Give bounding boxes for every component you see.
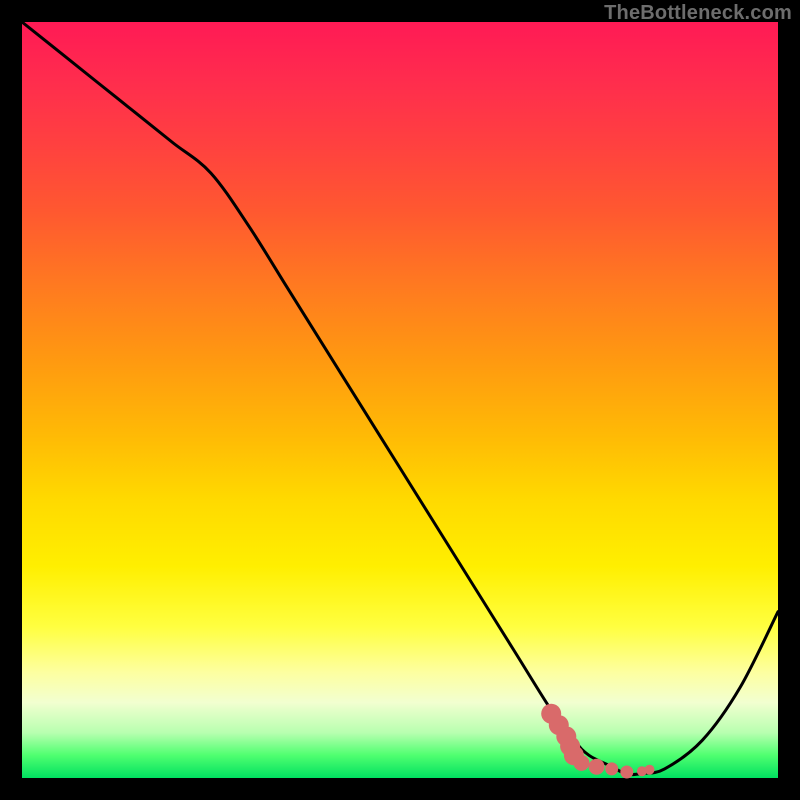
- plot-area: [22, 22, 778, 778]
- watermark-text: TheBottleneck.com: [604, 2, 792, 25]
- chart-container: TheBottleneck.com: [0, 0, 800, 800]
